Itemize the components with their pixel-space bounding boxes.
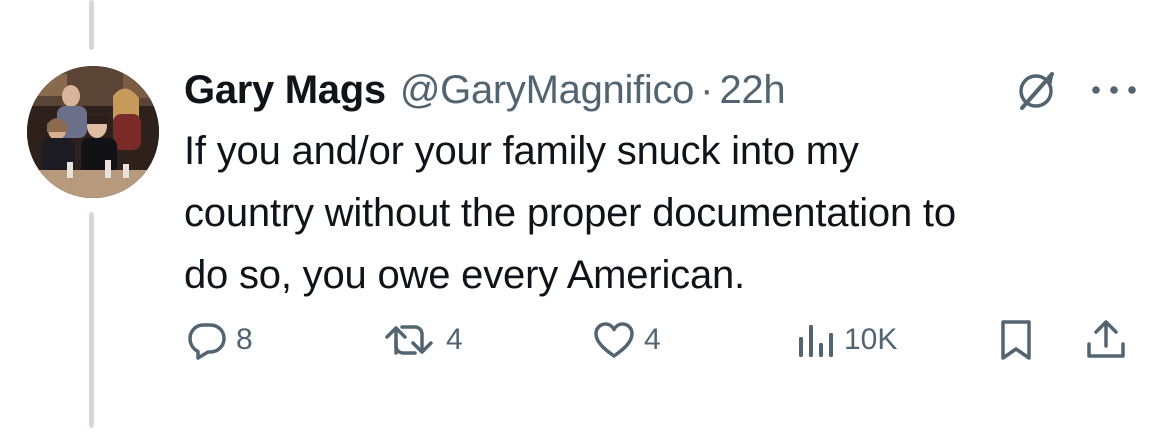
repost-button[interactable]: 4 (382, 312, 463, 368)
share-icon (1087, 320, 1125, 358)
repost-count: 4 (446, 323, 463, 356)
share-button[interactable] (1084, 312, 1128, 368)
avatar[interactable] (27, 66, 159, 198)
views-count: 10K (844, 323, 898, 356)
separator-dot: · (700, 68, 714, 112)
display-name[interactable]: Gary Mags (184, 62, 386, 118)
action-bar: 8 4 4 10K (0, 312, 1169, 368)
grok-icon[interactable] (1010, 64, 1062, 116)
bookmark-icon (1001, 320, 1031, 360)
reply-icon (188, 323, 226, 360)
like-button[interactable]: 4 (592, 312, 661, 368)
tweet-header: Gary Mags @GaryMagnifico · 22h (184, 62, 786, 118)
like-count: 4 (644, 323, 661, 356)
tweet-text-line-3: do so, you owe every American. (184, 253, 745, 297)
more-dots-icon[interactable] (1088, 78, 1140, 102)
bookmark-button[interactable] (996, 312, 1036, 368)
tweet-text-line-2: country without the proper documentation… (184, 191, 956, 235)
views-button[interactable]: 10K (796, 312, 897, 368)
heart-icon (594, 322, 634, 358)
avatar-photo (27, 66, 159, 198)
views-chart-icon (799, 325, 833, 357)
reply-count: 8 (236, 323, 253, 356)
tweet-text: If you and/or your family snuck into my … (184, 120, 1144, 306)
thread-connector-top (89, 0, 94, 50)
reply-button[interactable]: 8 (186, 312, 253, 368)
timestamp[interactable]: 22h (719, 62, 785, 118)
user-handle[interactable]: @GaryMagnifico (400, 62, 695, 118)
repost-icon (385, 325, 433, 355)
tweet-text-line-1: If you and/or your family snuck into my (184, 129, 859, 173)
